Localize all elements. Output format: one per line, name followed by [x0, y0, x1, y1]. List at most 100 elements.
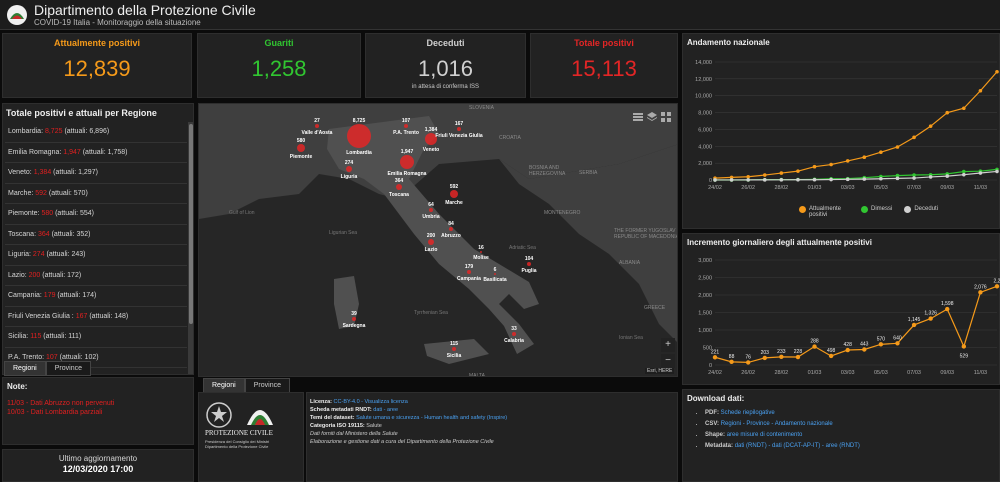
data-point: [994, 284, 1000, 289]
data-point: [779, 354, 784, 360]
data-point: [995, 169, 999, 174]
marker-label: Abruzzo: [441, 233, 461, 239]
data-label: 498: [827, 348, 836, 354]
incremento-chart[interactable]: 05001,0001,5002,0002,5003,00024/02 26/02 2…: [683, 234, 1000, 386]
data-point: [895, 341, 900, 346]
x-tick-label: 09/03: [940, 185, 954, 191]
region-marker[interactable]: [457, 127, 461, 131]
region-attuali: (attuali: 148): [87, 312, 129, 320]
data-point: [945, 174, 950, 178]
data-point: [762, 173, 767, 177]
region-marker[interactable]: [429, 208, 433, 212]
data-point: [895, 176, 900, 181]
region-marker[interactable]: [450, 190, 458, 198]
region-row[interactable]: Lombardia: 8,725 (attuali: 6,896): [5, 122, 187, 143]
download-item: Metadata: dati (RNDT) - dati (DCAT-AP-IT…: [705, 443, 860, 449]
legend-item[interactable]: Dimessi: [861, 206, 892, 218]
region-marker[interactable]: [480, 251, 482, 253]
data-point: [845, 159, 850, 163]
region-row[interactable]: Lazio: 200 (attuali: 172): [5, 266, 187, 286]
data-point: [862, 177, 867, 181]
region-total: 1,384: [33, 169, 52, 176]
download-link[interactable]: aree misure di contenimento: [727, 432, 803, 438]
download-title: Download dati:: [687, 394, 745, 403]
region-row[interactable]: Veneto: 1,384 (attuali: 1,297): [5, 163, 187, 184]
legend-item[interactable]: Deceduti: [904, 206, 938, 218]
region-marker[interactable]: [527, 262, 531, 266]
download-link[interactable]: dati (RNDT) - dati (DCAT-AP-IT) - aree (…: [735, 443, 860, 449]
region-marker[interactable]: [347, 124, 371, 148]
regions-scrollbar[interactable]: [188, 122, 193, 374]
region-attuali: (attuali: 174): [55, 292, 97, 299]
tab-regioni-map[interactable]: Regioni: [203, 378, 245, 393]
region-row[interactable]: Sicilia: 115 (attuali: 111): [5, 327, 187, 348]
andamento-chart[interactable]: 0 2,000 4,000 6,000 8,000 10,000 12,000 14,000 2…: [683, 34, 1000, 230]
zoom-in-button[interactable]: +: [661, 338, 675, 352]
map-attribution[interactable]: Esri, HERE: [645, 368, 675, 374]
marker-label: Friuli Venezia Giulia: [435, 133, 482, 139]
legend-item[interactable]: Attualmente positivi: [799, 206, 849, 218]
download-link[interactable]: Regioni - Province - Andamento nazionale: [721, 421, 833, 427]
data-label: 228: [794, 349, 803, 355]
region-marker[interactable]: [396, 184, 402, 190]
download-item: PDF: Schede riepilogative: [705, 410, 860, 416]
data-point: [878, 342, 884, 347]
download-panel: Download dati: PDF: Schede riepilogative…: [682, 389, 1000, 482]
region-attuali: (attuali: 1,758): [80, 148, 128, 156]
marker-label: Campania: [457, 276, 481, 282]
basemap-gallery-icon[interactable]: [661, 112, 671, 122]
basemap-list-icon[interactable]: [633, 112, 643, 122]
layers-icon[interactable]: [647, 112, 657, 122]
region-name: Lazio:: [8, 271, 29, 279]
sea-label: Gulf of Lion: [229, 210, 255, 216]
rndt-link[interactable]: dati - aree: [373, 407, 398, 413]
region-marker[interactable]: [494, 273, 496, 275]
download-link[interactable]: Schede riepilogative: [721, 410, 775, 416]
data-point: [796, 169, 800, 173]
region-marker[interactable]: [449, 227, 453, 231]
data-point: [779, 178, 784, 182]
tab-province-map[interactable]: Province: [244, 378, 290, 393]
tab-regioni[interactable]: Regioni: [4, 361, 46, 376]
region-marker[interactable]: [315, 124, 319, 128]
sea-label: Ionian Sea: [619, 335, 643, 341]
y-tick-label: 2,000: [698, 161, 712, 167]
region-marker[interactable]: [467, 270, 471, 274]
region-attuali: (attuali: 6,896): [62, 128, 110, 135]
x-tick-label: 26/02: [741, 185, 755, 191]
region-row[interactable]: Friuli Venezia Giulia : 167 (attuali: 14…: [5, 307, 187, 327]
region-row[interactable]: Campania: 179 (attuali: 174): [5, 286, 187, 307]
region-marker[interactable]: [346, 166, 352, 172]
marker-label: Toscana: [389, 192, 409, 198]
data-label: 640: [893, 335, 902, 341]
region-row[interactable]: Piemonte: 580 (attuali: 554): [5, 204, 187, 225]
legend-dot-icon: [799, 206, 806, 213]
zoom-out-button[interactable]: −: [661, 354, 675, 368]
license-link[interactable]: CC-BY-4.0 - Visualizza licenza: [334, 399, 408, 405]
region-marker[interactable]: [400, 155, 414, 169]
region-marker[interactable]: [404, 124, 408, 128]
region-row[interactable]: Toscana: 364 (attuali: 352): [5, 225, 187, 245]
region-marker[interactable]: [352, 317, 356, 321]
x-tick-label: 03/03: [841, 185, 855, 191]
region-marker[interactable]: [452, 347, 456, 351]
kpi-value: 1,016: [417, 56, 474, 81]
y-tick-label: 4,000: [698, 144, 712, 150]
regions-list[interactable]: Lombardia: 8,725 (attuali: 6,896) Emilia …: [5, 122, 187, 374]
tab-province[interactable]: Province: [45, 361, 91, 376]
scrollbar-thumb[interactable]: [189, 124, 193, 324]
data-point: [945, 306, 950, 312]
region-marker[interactable]: [512, 332, 516, 336]
region-row[interactable]: Emilia Romagna: 1,947 (attuali: 1,758): [5, 143, 187, 163]
chart-andamento-panel: Andamento nazionale 0 2,000 4,000 6,000 8,00…: [682, 33, 1000, 229]
map-panel[interactable]: Gulf of Lion Ligurian Sea Tyrrhenian Sea Ad…: [198, 103, 678, 377]
region-row[interactable]: Liguria: 274 (attuali: 243): [5, 245, 187, 266]
country-label: MALTA: [469, 373, 486, 377]
region-marker[interactable]: [297, 144, 305, 152]
region-row[interactable]: Marche: 592 (attuali: 570): [5, 184, 187, 204]
marker-value: 1,947: [401, 149, 414, 155]
region-marker[interactable]: [428, 239, 434, 245]
data-label: 1,326: [924, 311, 937, 317]
temi-link[interactable]: Salute umana e sicurezza - Human health …: [356, 415, 507, 421]
italy-map[interactable]: Gulf of Lion Ligurian Sea Tyrrhenian Sea Ad…: [199, 104, 678, 377]
